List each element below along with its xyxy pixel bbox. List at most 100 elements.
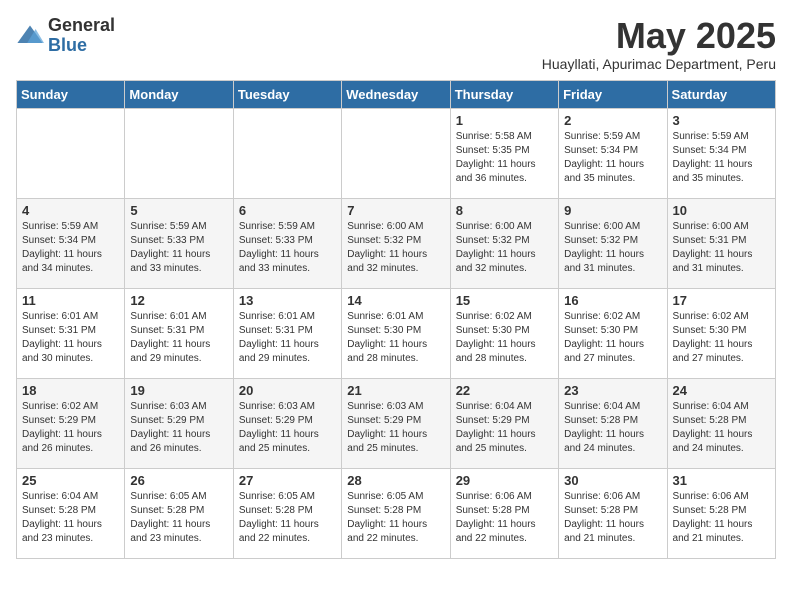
day-number: 10 (673, 203, 770, 218)
calendar-cell: 31Sunrise: 6:06 AMSunset: 5:28 PMDayligh… (667, 468, 775, 558)
day-info: Sunrise: 6:00 AMSunset: 5:32 PMDaylight:… (456, 220, 553, 276)
day-info: Sunrise: 5:58 AMSunset: 5:35 PMDaylight:… (456, 130, 553, 186)
calendar-cell: 4 Sunrise: 5:59 AMSunset: 5:34 PMDaylight… (17, 198, 125, 288)
day-info: Sunrise: 6:06 AMSunset: 5:28 PMDaylight:… (564, 490, 661, 546)
header-row: SundayMondayTuesdayWednesdayThursdayFrid… (17, 80, 776, 108)
day-number: 24 (673, 383, 770, 398)
day-number: 22 (456, 383, 553, 398)
calendar-cell: 10 Sunrise: 6:00 AMSunset: 5:31 PMDayligh… (667, 198, 775, 288)
day-number: 6 (239, 203, 336, 218)
col-header-friday: Friday (559, 80, 667, 108)
day-info: Sunrise: 6:04 AMSunset: 5:28 PMDaylight:… (673, 400, 770, 456)
day-info: Sunrise: 6:02 AMSunset: 5:30 PMDaylight:… (564, 310, 661, 366)
day-number: 21 (347, 383, 444, 398)
calendar-cell: 3Sunrise: 5:59 AMSunset: 5:34 PMDaylight… (667, 108, 775, 198)
day-number: 1 (456, 113, 553, 128)
calendar-cell: 20 Sunrise: 6:03 AMSunset: 5:29 PMDayligh… (233, 378, 341, 468)
day-info: Sunrise: 6:02 AMSunset: 5:30 PMDaylight:… (456, 310, 553, 366)
calendar-cell: 15 Sunrise: 6:02 AMSunset: 5:30 PMDayligh… (450, 288, 558, 378)
calendar-cell: 13 Sunrise: 6:01 AMSunset: 5:31 PMDayligh… (233, 288, 341, 378)
day-info: Sunrise: 5:59 AMSunset: 5:34 PMDaylight:… (673, 130, 770, 186)
day-number: 13 (239, 293, 336, 308)
day-number: 14 (347, 293, 444, 308)
location-subtitle: Huayllati, Apurimac Department, Peru (542, 56, 776, 72)
day-number: 11 (22, 293, 119, 308)
day-info: Sunrise: 5:59 AMSunset: 5:34 PMDaylight:… (564, 130, 661, 186)
day-info: Sunrise: 5:59 AMSunset: 5:34 PMDaylight:… (22, 220, 119, 276)
day-info: Sunrise: 6:04 AMSunset: 5:28 PMDaylight:… (22, 490, 119, 546)
calendar-cell (342, 108, 450, 198)
day-info: Sunrise: 6:04 AMSunset: 5:28 PMDaylight:… (564, 400, 661, 456)
day-number: 25 (22, 473, 119, 488)
col-header-tuesday: Tuesday (233, 80, 341, 108)
title-block: May 2025 Huayllati, Apurimac Department,… (542, 16, 776, 72)
day-info: Sunrise: 6:01 AMSunset: 5:31 PMDaylight:… (239, 310, 336, 366)
day-number: 26 (130, 473, 227, 488)
day-number: 9 (564, 203, 661, 218)
day-number: 5 (130, 203, 227, 218)
calendar-week-1: 1 Sunrise: 5:58 AMSunset: 5:35 PMDaylight… (17, 108, 776, 198)
calendar-table: SundayMondayTuesdayWednesdayThursdayFrid… (16, 80, 776, 559)
day-number: 16 (564, 293, 661, 308)
calendar-cell: 26 Sunrise: 6:05 AMSunset: 5:28 PMDayligh… (125, 468, 233, 558)
logo-text: General Blue (48, 16, 115, 56)
col-header-wednesday: Wednesday (342, 80, 450, 108)
day-number: 23 (564, 383, 661, 398)
calendar-cell: 2Sunrise: 5:59 AMSunset: 5:34 PMDaylight… (559, 108, 667, 198)
calendar-cell: 7Sunrise: 6:00 AMSunset: 5:32 PMDaylight… (342, 198, 450, 288)
day-number: 27 (239, 473, 336, 488)
day-number: 17 (673, 293, 770, 308)
month-title: May 2025 (542, 16, 776, 56)
day-number: 15 (456, 293, 553, 308)
day-info: Sunrise: 6:05 AMSunset: 5:28 PMDaylight:… (239, 490, 336, 546)
day-info: Sunrise: 6:03 AMSunset: 5:29 PMDaylight:… (130, 400, 227, 456)
logo-general: General (48, 16, 115, 36)
day-number: 20 (239, 383, 336, 398)
calendar-cell: 25 Sunrise: 6:04 AMSunset: 5:28 PMDayligh… (17, 468, 125, 558)
day-info: Sunrise: 5:59 AMSunset: 5:33 PMDaylight:… (239, 220, 336, 276)
day-info: Sunrise: 6:05 AMSunset: 5:28 PMDaylight:… (130, 490, 227, 546)
logo-blue: Blue (48, 36, 115, 56)
day-number: 28 (347, 473, 444, 488)
calendar-week-2: 4 Sunrise: 5:59 AMSunset: 5:34 PMDaylight… (17, 198, 776, 288)
calendar-cell: 14 Sunrise: 6:01 AMSunset: 5:30 PMDayligh… (342, 288, 450, 378)
day-info: Sunrise: 6:06 AMSunset: 5:28 PMDaylight:… (456, 490, 553, 546)
calendar-cell: 29 Sunrise: 6:06 AMSunset: 5:28 PMDayligh… (450, 468, 558, 558)
day-info: Sunrise: 6:01 AMSunset: 5:31 PMDaylight:… (130, 310, 227, 366)
day-info: Sunrise: 6:03 AMSunset: 5:29 PMDaylight:… (239, 400, 336, 456)
day-number: 7 (347, 203, 444, 218)
calendar-cell: 8 Sunrise: 6:00 AMSunset: 5:32 PMDaylight… (450, 198, 558, 288)
calendar-cell (17, 108, 125, 198)
day-info: Sunrise: 6:05 AMSunset: 5:28 PMDaylight:… (347, 490, 444, 546)
calendar-cell: 5 Sunrise: 5:59 AMSunset: 5:33 PMDaylight… (125, 198, 233, 288)
calendar-cell: 22 Sunrise: 6:04 AMSunset: 5:29 PMDayligh… (450, 378, 558, 468)
calendar-cell (233, 108, 341, 198)
day-info: Sunrise: 6:01 AMSunset: 5:31 PMDaylight:… (22, 310, 119, 366)
calendar-cell: 6 Sunrise: 5:59 AMSunset: 5:33 PMDaylight… (233, 198, 341, 288)
logo: General Blue (16, 16, 115, 56)
calendar-week-3: 11 Sunrise: 6:01 AMSunset: 5:31 PMDayligh… (17, 288, 776, 378)
col-header-saturday: Saturday (667, 80, 775, 108)
day-info: Sunrise: 6:01 AMSunset: 5:30 PMDaylight:… (347, 310, 444, 366)
day-info: Sunrise: 6:06 AMSunset: 5:28 PMDaylight:… (673, 490, 770, 546)
day-number: 8 (456, 203, 553, 218)
calendar-cell: 17 Sunrise: 6:02 AMSunset: 5:30 PMDayligh… (667, 288, 775, 378)
calendar-cell: 23 Sunrise: 6:04 AMSunset: 5:28 PMDayligh… (559, 378, 667, 468)
day-info: Sunrise: 6:03 AMSunset: 5:29 PMDaylight:… (347, 400, 444, 456)
calendar-week-4: 18Sunrise: 6:02 AMSunset: 5:29 PMDayligh… (17, 378, 776, 468)
day-number: 29 (456, 473, 553, 488)
day-info: Sunrise: 6:02 AMSunset: 5:30 PMDaylight:… (673, 310, 770, 366)
calendar-cell: 30Sunrise: 6:06 AMSunset: 5:28 PMDayligh… (559, 468, 667, 558)
calendar-week-5: 25 Sunrise: 6:04 AMSunset: 5:28 PMDayligh… (17, 468, 776, 558)
col-header-thursday: Thursday (450, 80, 558, 108)
calendar-cell: 19 Sunrise: 6:03 AMSunset: 5:29 PMDayligh… (125, 378, 233, 468)
calendar-cell: 21 Sunrise: 6:03 AMSunset: 5:29 PMDayligh… (342, 378, 450, 468)
page-header: General Blue May 2025 Huayllati, Apurima… (16, 16, 776, 72)
logo-icon (16, 22, 44, 50)
day-info: Sunrise: 6:04 AMSunset: 5:29 PMDaylight:… (456, 400, 553, 456)
day-info: Sunrise: 6:00 AMSunset: 5:31 PMDaylight:… (673, 220, 770, 276)
day-number: 19 (130, 383, 227, 398)
day-number: 4 (22, 203, 119, 218)
day-info: Sunrise: 5:59 AMSunset: 5:33 PMDaylight:… (130, 220, 227, 276)
calendar-cell: 27 Sunrise: 6:05 AMSunset: 5:28 PMDayligh… (233, 468, 341, 558)
